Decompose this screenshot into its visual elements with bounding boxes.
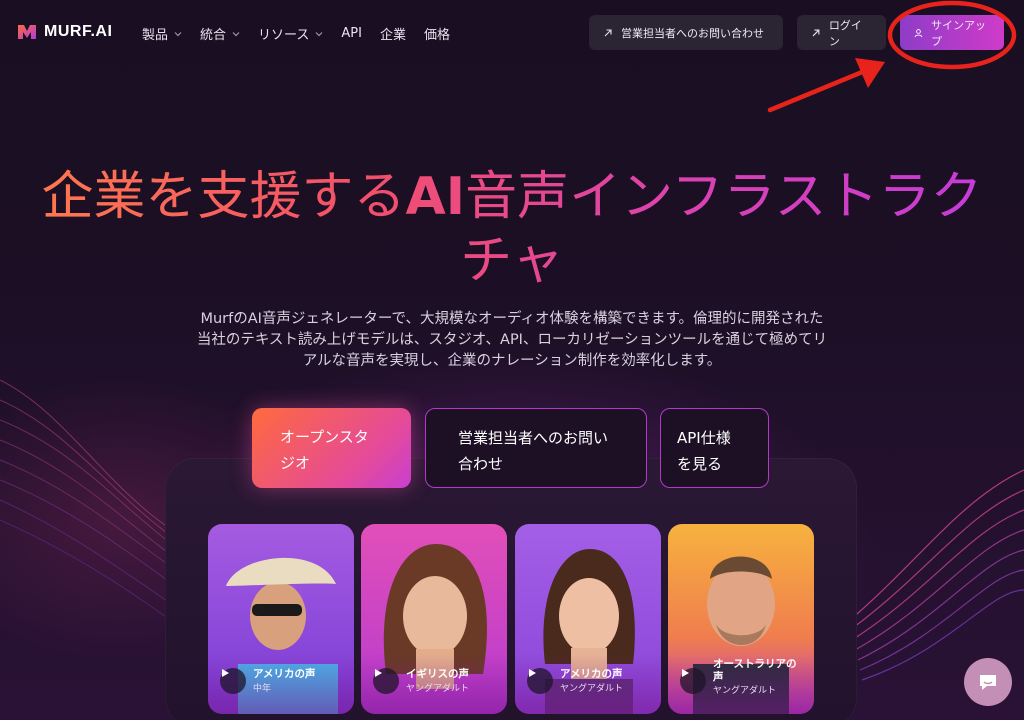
api-docs-label: API仕様を見る bbox=[677, 429, 731, 473]
open-studio-label: オープンスタジオ bbox=[280, 428, 369, 472]
menu-item-label: 価格 bbox=[423, 28, 450, 43]
arrow-up-right-icon bbox=[812, 29, 820, 36]
chat-widget-button[interactable] bbox=[964, 658, 1012, 706]
menu-item-resources[interactable]: リソース bbox=[258, 24, 323, 43]
arrow-up-right-icon bbox=[604, 28, 612, 36]
menu-item-label: API bbox=[341, 26, 362, 41]
menu-item-products[interactable]: 製品 bbox=[142, 24, 182, 43]
brand-name: MURF.AI bbox=[44, 23, 113, 40]
hero-title-suffix: 音声インフラストラク bbox=[465, 167, 983, 227]
contact-sales-cta-label: 営業担当者へのお問い合わせ bbox=[458, 429, 609, 473]
voice-age: ヤングアダルト bbox=[713, 686, 777, 696]
voice-age: ヤングアダルト bbox=[406, 684, 470, 694]
play-button[interactable] bbox=[220, 668, 246, 694]
menu-item-label: 製品 bbox=[142, 28, 169, 43]
chevron-down-icon bbox=[232, 31, 240, 36]
voice-name: アメリカの声 bbox=[560, 668, 623, 680]
voice-card[interactable]: アメリカの声 ヤングアダルト bbox=[515, 524, 661, 714]
voice-name: イギリスの声 bbox=[406, 668, 469, 680]
hero-title: 企業を支援するAI音声インフラストラク チャ bbox=[20, 165, 1004, 293]
signup-button[interactable]: サインアップ bbox=[900, 15, 1004, 50]
voice-name: オーストラリアの声 bbox=[713, 658, 797, 683]
user-icon bbox=[914, 28, 923, 37]
play-icon bbox=[682, 669, 689, 677]
menu-item-pricing[interactable]: 価格 bbox=[424, 24, 450, 43]
hero-subtitle: MurfのAI音声ジェネレーターで、大規模なオーディオ体験を構築できます。倫理的… bbox=[196, 311, 828, 369]
login-button[interactable]: ログイン bbox=[797, 15, 886, 50]
menu-item-label: リソース bbox=[258, 28, 310, 43]
chevron-down-icon bbox=[315, 31, 323, 36]
brand-logo[interactable]: MURF.AI bbox=[16, 21, 112, 43]
play-button[interactable] bbox=[527, 668, 553, 694]
chevron-down-icon bbox=[174, 31, 182, 36]
voice-card[interactable]: イギリスの声 ヤングアダルト bbox=[361, 524, 507, 714]
hero-title-line2: チャ bbox=[460, 231, 564, 291]
play-icon bbox=[529, 669, 536, 677]
menu-item-label: 統合 bbox=[200, 28, 227, 43]
signup-label: サインアップ bbox=[930, 18, 986, 48]
voice-age: ヤングアダルト bbox=[560, 684, 624, 694]
open-studio-button[interactable]: オープンスタジオ bbox=[252, 408, 411, 488]
voice-card[interactable]: アメリカの声 中年 bbox=[208, 524, 354, 714]
menu-item-label: 企業 bbox=[379, 28, 406, 43]
hero-title-emphasis: AI bbox=[405, 167, 466, 227]
menu-item-api[interactable]: API bbox=[341, 24, 362, 43]
voice-age: 中年 bbox=[253, 684, 272, 694]
api-docs-button[interactable]: API仕様を見る bbox=[660, 408, 769, 488]
voice-card[interactable]: オーストラリアの声 ヤングアダルト bbox=[668, 524, 814, 714]
top-navigation: MURF.AI 製品 統合 リソース API 企業 価格 営業担当者へのお問い合… bbox=[0, 0, 1024, 64]
chat-bubble-icon bbox=[980, 675, 996, 690]
voice-name: アメリカの声 bbox=[253, 668, 316, 680]
contact-sales-label: 営業担当者へのお問い合わせ bbox=[621, 26, 764, 40]
main-menu: 製品 統合 リソース API 企業 価格 bbox=[142, 24, 450, 43]
play-button[interactable] bbox=[373, 668, 399, 694]
contact-sales-button[interactable]: 営業担当者へのお問い合わせ bbox=[589, 15, 783, 50]
contact-sales-cta-button[interactable]: 営業担当者へのお問い合わせ bbox=[425, 408, 647, 488]
hero-title-prefix: 企業を支援する bbox=[41, 167, 406, 227]
menu-item-enterprise[interactable]: 企業 bbox=[380, 24, 406, 43]
play-button[interactable] bbox=[680, 668, 706, 694]
play-icon bbox=[375, 669, 382, 677]
murf-logo-icon bbox=[18, 25, 36, 39]
menu-item-integrations[interactable]: 統合 bbox=[200, 24, 240, 43]
play-icon bbox=[222, 669, 229, 677]
login-label: ログイン bbox=[828, 18, 862, 48]
